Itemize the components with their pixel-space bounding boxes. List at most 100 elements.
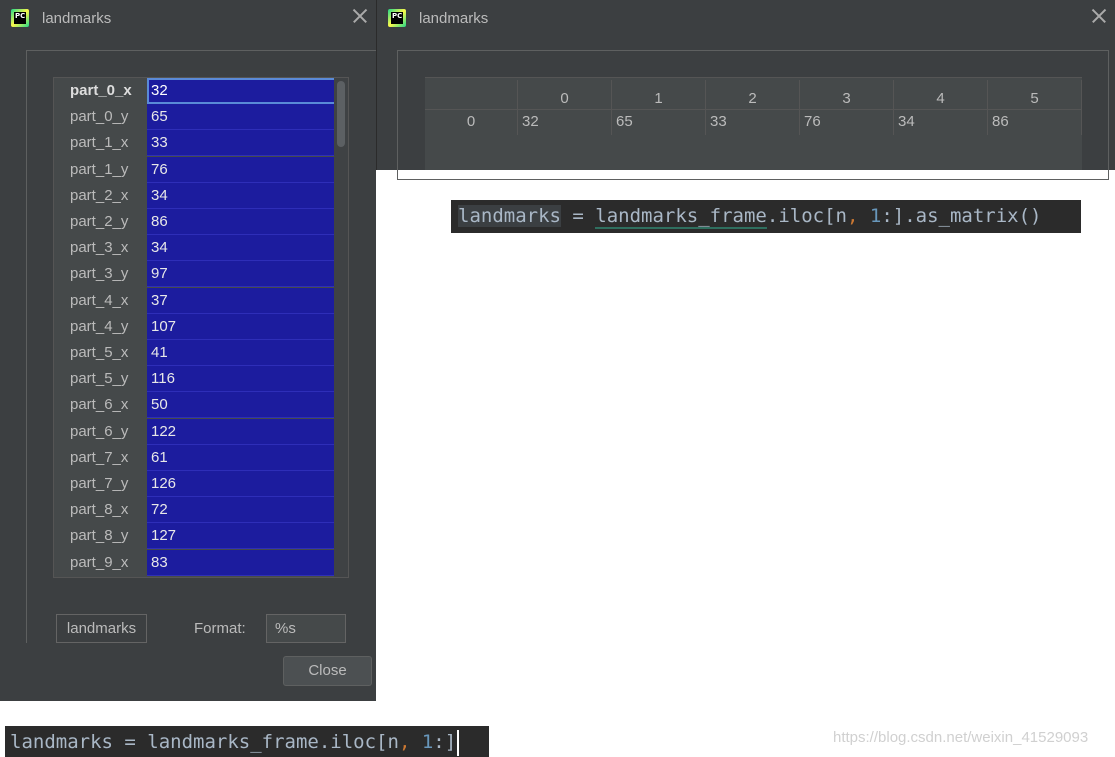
row-label: part_8_x [54,497,147,524]
code-comma: , [846,205,859,227]
column-header[interactable]: 5 [988,80,1082,109]
vertical-scrollbar[interactable] [334,78,348,577]
row-value-cell[interactable]: 127 [147,523,336,550]
table-row[interactable]: part_5_x 41 [54,340,336,366]
table-cell[interactable]: 34 [894,110,988,135]
window-title: landmarks [42,9,112,27]
code-frame-ref: landmarks_frame [595,205,767,229]
row-value-cell[interactable]: 76 [147,156,336,183]
dataframe-viewer-dialog: PC landmarks part_0_x 32 part_0_y 65 part_1_… [0,0,376,701]
table-row[interactable]: part_0_y 65 [54,104,336,131]
table-row[interactable]: part_0_x 32 [54,78,336,104]
table-row[interactable]: part_3_y 97 [54,261,336,288]
row-value-cell[interactable]: 41 [147,340,336,366]
row-label: part_1_x [54,130,147,157]
row-value-cell[interactable]: 97 [147,261,336,288]
row-label: part_6_x [54,392,147,419]
header-row: 012345 [425,80,1082,109]
format-label: Format: [194,620,246,637]
data-table[interactable]: part_0_x 32 part_0_y 65 part_1_x 33 part_1_y 76… [53,77,349,578]
table-row[interactable]: part_7_y 126 [54,471,336,497]
titlebar[interactable]: PC landmarks [377,0,1115,36]
matrix-table[interactable]: 012345 0 32 65 33 76 34 86 [425,77,1082,170]
code-number: 1 [869,205,882,227]
code-line-top: landmarks = landmarks_frame.iloc[n, 1:].… [451,200,1081,233]
row-value-cell[interactable]: 107 [147,313,336,340]
column-header[interactable]: 2 [706,80,800,109]
column-header[interactable]: 3 [800,80,894,109]
row-value-cell[interactable]: 86 [147,209,336,235]
row-value-cell[interactable]: 65 [147,104,336,131]
code-tail: :].as_matrix() [881,205,1042,227]
code-tail: :] [433,731,457,753]
code-number: 1 [421,731,434,753]
text-caret [457,729,460,756]
titlebar[interactable]: PC landmarks [0,0,376,36]
row-label: part_8_y [54,523,147,550]
table-row[interactable]: part_7_x 61 [54,444,336,471]
table-row[interactable]: part_8_x 72 [54,497,336,524]
table-row[interactable]: part_9_x 83 [54,549,336,576]
table-row[interactable]: part_2_y 86 [54,209,336,235]
row-label: part_1_y [54,156,147,183]
row-value-cell[interactable]: 50 [147,392,336,419]
table-row[interactable]: part_6_y 122 [54,418,336,445]
close-icon[interactable] [350,6,370,26]
corner-cell [425,80,518,109]
row-value-cell[interactable]: 72 [147,497,336,524]
table-row[interactable]: part_3_x 34 [54,235,336,262]
code-comma: , [398,731,411,753]
row-label: part_2_x [54,182,147,209]
table-cell[interactable]: 32 [518,110,612,135]
table-cell[interactable]: 86 [988,110,1082,135]
row-label: part_5_x [54,340,147,366]
code-text: landmarks = landmarks_frame.iloc[n [10,731,399,753]
format-input[interactable]: %s [266,614,346,643]
table-cell[interactable]: 33 [706,110,800,135]
table-row[interactable]: part_5_y 116 [54,366,336,393]
row-label: part_4_x [54,287,147,314]
code-variable: landmarks [458,205,561,227]
variable-name-field[interactable]: landmarks [56,614,147,643]
column-header[interactable]: 1 [612,80,706,109]
row-value-cell[interactable]: 126 [147,471,336,497]
column-header[interactable]: 0 [518,80,612,109]
window-title: landmarks [419,9,489,27]
table-row[interactable]: part_6_x 50 [54,392,336,419]
code-line-bottom[interactable]: landmarks = landmarks_frame.iloc[n, 1:] [5,726,489,757]
pycharm-icon: PC [11,9,29,27]
close-button[interactable]: Close [283,656,372,686]
row-value-cell[interactable]: 122 [147,418,336,445]
table-row[interactable]: part_1_x 33 [54,130,336,157]
row-value-cell[interactable]: 34 [147,235,336,262]
row-label: part_7_x [54,444,147,471]
row-label: part_4_y [54,313,147,340]
close-icon[interactable] [1089,6,1109,26]
table-row[interactable]: part_8_y 127 [54,523,336,550]
column-header[interactable]: 4 [894,80,988,109]
watermark: https://blog.csdn.net/weixin_41529093 [833,729,1089,746]
table-cell[interactable]: 76 [800,110,894,135]
row-value-cell[interactable]: 34 [147,182,336,209]
table-row[interactable]: part_2_x 34 [54,182,336,209]
row-value-cell[interactable]: 37 [147,287,336,314]
row-label: part_7_y [54,471,147,497]
table-row[interactable]: 0 32 65 33 76 34 86 [425,109,1082,135]
row-label: part_3_y [54,261,147,288]
row-value-cell[interactable]: 116 [147,366,336,393]
table-cell[interactable]: 65 [612,110,706,135]
row-value-cell[interactable]: 83 [147,549,336,576]
table-row[interactable]: part_4_y 107 [54,313,336,340]
row-value-cell[interactable]: 32 [147,78,336,104]
row-label: part_3_x [54,235,147,262]
row-label: part_0_x [54,78,147,104]
row-value-cell[interactable]: 33 [147,130,336,157]
table-row[interactable]: part_1_y 76 [54,156,336,183]
row-value-cell[interactable]: 61 [147,444,336,471]
scrollbar-thumb[interactable] [337,81,345,147]
table-row[interactable]: part_4_x 37 [54,287,336,314]
code-assign: = [560,205,596,227]
row-label: part_6_y [54,418,147,445]
